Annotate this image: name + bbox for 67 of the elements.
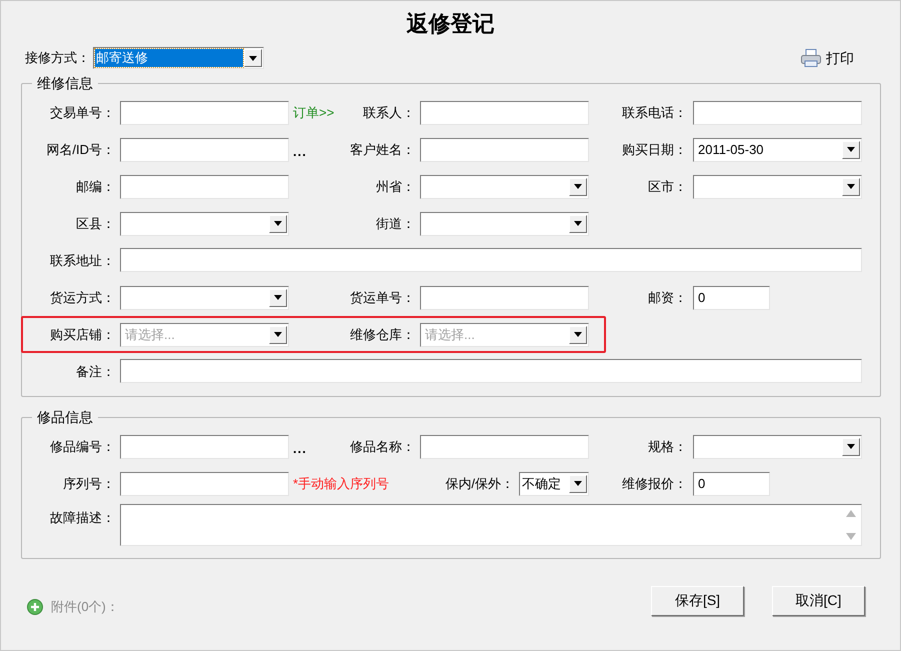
text-field[interactable] [120,472,289,496]
field-label: 规格： [648,438,687,456]
dropdown-value: 不确定 [522,474,561,493]
dropdown-field[interactable] [120,212,289,236]
field-label: 购买店铺： [50,326,115,344]
browse-link[interactable]: ... [293,142,307,162]
dropdown-field[interactable] [420,212,589,236]
field-label: 修品名称： [350,438,415,456]
field-label: 货运单号： [350,288,415,307]
text-field[interactable] [120,100,289,124]
field-label: 街道： [376,214,415,233]
section-title: 修品信息 [36,408,94,427]
field-label: 网名/ID号： [46,140,115,159]
field-label: 维修报价： [622,474,687,493]
field-label: 序列号： [63,474,115,493]
field-label: 货运方式： [50,288,115,307]
text-field[interactable] [120,359,862,384]
dropdown-field[interactable] [120,286,289,310]
printer-icon [801,49,821,67]
add-icon[interactable] [27,598,43,615]
field-label: 备注： [76,362,115,381]
text-field[interactable] [420,434,589,458]
browse-link[interactable]: ... [293,439,307,458]
dropdown-field[interactable] [693,174,862,198]
attachment-label: 附件(0个)： [51,598,119,616]
field-label: 联系地址： [50,252,115,270]
text-field[interactable] [120,434,289,458]
dropdown-field[interactable]: 邮寄送修 [93,47,264,69]
dropdown-field[interactable]: 不确定 [519,472,589,496]
field-label: 联系电话： [622,104,687,122]
text-field[interactable] [420,100,589,124]
order-link[interactable]: 订单>> [293,102,334,122]
section-title: 维修信息 [36,74,94,93]
dropdown-field[interactable] [420,174,589,198]
cancel-button[interactable]: 取消[C] [772,586,865,616]
field-label: 保内/保外： [445,474,514,493]
field-label: 客户姓名： [350,140,415,159]
field-label: 维修仓库： [350,326,415,344]
text-field[interactable] [420,138,589,162]
text-field[interactable] [120,174,289,198]
hint-text: *手动输入序列号 [293,474,390,493]
text-field[interactable] [120,138,289,162]
field-label: 邮编： [76,178,115,196]
text-field[interactable] [693,100,862,124]
field-label: 购买日期： [622,140,687,159]
field-label: 区县： [76,214,115,233]
field-label: 区市： [648,178,687,196]
print-button[interactable]: 打印 [801,48,854,68]
dropdown-value: 邮寄送修 [95,49,243,67]
dropdown-field[interactable]: 2011-05-30 [693,138,862,162]
field-label: 接修方式： [25,49,90,68]
field-label: 联系人： [363,104,415,122]
save-button[interactable]: 保存[S] [651,586,744,616]
text-field[interactable]: 0 [693,286,770,310]
dropdown-field[interactable] [693,434,862,458]
field-label: 故障描述： [50,509,115,527]
field-label: 修品编号： [50,438,115,456]
text-field[interactable] [120,248,862,272]
field-label: 交易单号： [50,104,115,122]
field-label: 邮资： [648,288,687,307]
field-label: 州省： [376,178,415,196]
text-field[interactable]: 0 [693,472,770,496]
dropdown-placeholder: 请选择... [125,326,175,344]
dropdown-placeholder: 请选择... [425,326,475,344]
dropdown-value: 2011-05-30 [698,140,764,159]
text-field[interactable] [420,286,589,310]
window-title: 返修登记 [406,10,496,38]
